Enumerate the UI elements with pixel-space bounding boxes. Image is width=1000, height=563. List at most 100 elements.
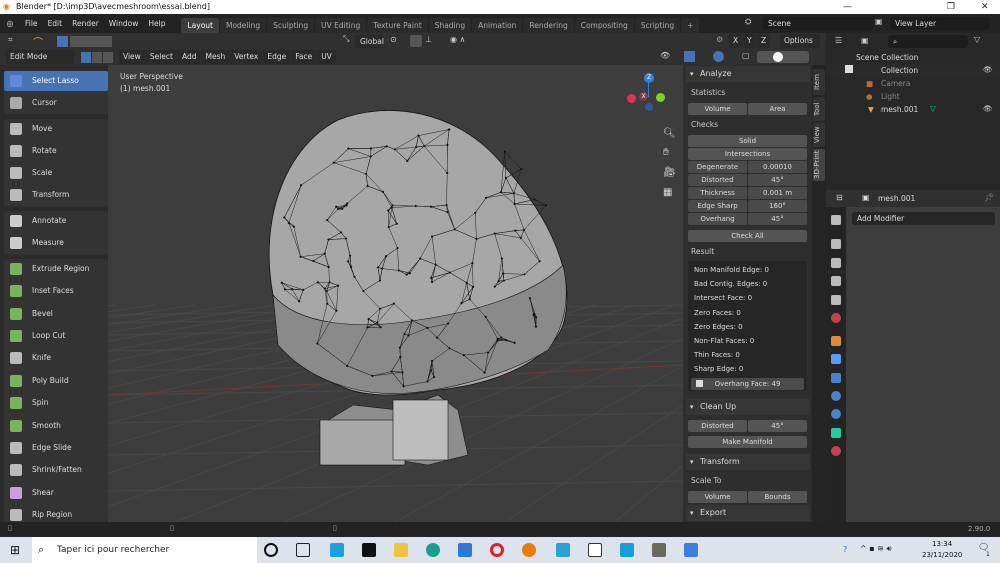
app-icon-4[interactable] bbox=[684, 543, 698, 557]
overhang-field[interactable]: 45° bbox=[748, 213, 807, 225]
tab-scripting[interactable]: Scripting bbox=[634, 18, 681, 33]
view-layer-tab-icon[interactable] bbox=[831, 276, 841, 286]
options-dropdown[interactable]: Options bbox=[780, 34, 820, 48]
minimize-button[interactable]: — bbox=[843, 0, 852, 14]
view-layer-icon[interactable]: ▣ bbox=[875, 17, 883, 26]
tool-tab-icon[interactable] bbox=[831, 215, 841, 225]
pan-hand-icon[interactable]: ✋︎ bbox=[663, 147, 669, 158]
tool-rotate[interactable]: Rotate bbox=[4, 141, 108, 161]
notepad-icon[interactable] bbox=[588, 543, 602, 557]
tool-poly-build[interactable]: Poly Build bbox=[4, 371, 108, 391]
windows-start-icon[interactable]: ⊞ bbox=[10, 543, 20, 557]
mirror-y-toggle[interactable]: Y bbox=[743, 34, 756, 48]
ortho-grid-icon[interactable]: ▦ bbox=[663, 187, 672, 198]
menu-file[interactable]: File bbox=[20, 19, 43, 28]
app-icon-3[interactable] bbox=[620, 543, 634, 557]
blender-menu-icon[interactable]: ◎ bbox=[0, 19, 20, 28]
visibility-eye-icon[interactable]: 👁 bbox=[983, 65, 993, 74]
gimp-icon[interactable] bbox=[652, 543, 666, 557]
filter-icon[interactable]: ▽ bbox=[974, 35, 980, 44]
tab-modeling[interactable]: Modeling bbox=[219, 18, 267, 33]
xray-icon[interactable]: ▢ bbox=[742, 51, 750, 60]
edge-sharp-field[interactable]: 160° bbox=[748, 200, 807, 212]
sidebar-tab-item[interactable]: Item bbox=[813, 69, 825, 95]
tool-shear[interactable]: Shear bbox=[4, 483, 108, 503]
menu-help[interactable]: Help bbox=[143, 19, 170, 28]
snap-icon[interactable] bbox=[410, 35, 422, 47]
result-item[interactable]: Bad Contig. Edges: 0 bbox=[694, 280, 767, 288]
menu-select[interactable]: Select bbox=[145, 50, 177, 64]
tool-shrink-fatten[interactable]: Shrink/Fatten bbox=[4, 460, 108, 480]
visibility-icon[interactable]: 👁 bbox=[660, 51, 670, 60]
tool-transform[interactable]: Transform bbox=[4, 185, 108, 205]
pin-icon[interactable]: 📌︎ bbox=[984, 193, 994, 202]
zoom-icon[interactable]: 🔍︎ bbox=[663, 128, 676, 139]
select-mode-options[interactable] bbox=[70, 36, 112, 47]
result-item[interactable]: Sharp Edge: 0 bbox=[694, 365, 743, 373]
select-faces-icon[interactable] bbox=[696, 380, 703, 387]
tool-smooth[interactable]: Smooth bbox=[4, 416, 108, 436]
scale-to-volume-button[interactable]: Volume bbox=[688, 491, 747, 503]
camera-view-icon[interactable]: 🎥︎ bbox=[663, 167, 676, 178]
tool-edge-slide[interactable]: Edge Slide bbox=[4, 438, 108, 458]
gizmo-y-axis[interactable] bbox=[656, 93, 665, 102]
outliner-search-input[interactable]: ⌕ bbox=[888, 35, 968, 48]
edge-browser-icon[interactable] bbox=[426, 543, 440, 557]
world-tab-icon[interactable] bbox=[831, 313, 841, 323]
lasso-icon[interactable]: ⌒ bbox=[33, 34, 43, 49]
help-icon[interactable]: ? bbox=[843, 545, 847, 554]
task-view-icon[interactable] bbox=[296, 543, 310, 557]
collection-item[interactable]: Collection bbox=[881, 66, 918, 75]
gizmo-x-axis[interactable]: X bbox=[639, 92, 648, 101]
object-tab-icon[interactable] bbox=[831, 336, 841, 346]
clock-time[interactable]: 13:34 bbox=[932, 540, 952, 548]
menu-add[interactable]: Add bbox=[177, 50, 201, 64]
clock-date[interactable]: 23/11/2020 bbox=[922, 551, 962, 559]
viewport-canvas[interactable] bbox=[108, 65, 683, 522]
light-item[interactable]: Light bbox=[881, 92, 900, 101]
menu-vertex[interactable]: Vertex bbox=[230, 50, 263, 64]
volume-button[interactable]: Volume bbox=[688, 103, 747, 115]
sidebar-tab-tool[interactable]: Tool bbox=[813, 97, 825, 121]
menu-face[interactable]: Face bbox=[291, 50, 317, 64]
modifier-wrench-tab-icon[interactable] bbox=[831, 354, 841, 364]
result-item[interactable]: Zero Edges: 0 bbox=[694, 323, 743, 331]
distorted-cleanup-button[interactable]: Distorted bbox=[688, 420, 747, 432]
sidebar-tab-view[interactable]: View bbox=[813, 123, 825, 147]
export-panel-header[interactable]: Export bbox=[686, 505, 810, 521]
render-tab-icon[interactable] bbox=[831, 239, 841, 249]
filter-view-icon[interactable]: ▣ bbox=[861, 36, 869, 45]
menu-window[interactable]: Window bbox=[104, 19, 144, 28]
scene-icon[interactable]: ⛭ bbox=[745, 17, 751, 27]
overlays-toggle-icon[interactable] bbox=[713, 51, 724, 62]
tab-sculpting[interactable]: Sculpting bbox=[267, 18, 315, 33]
gizmo-z-axis[interactable]: Z bbox=[644, 73, 654, 83]
app-icon-1[interactable] bbox=[330, 543, 344, 557]
file-explorer-icon[interactable] bbox=[394, 543, 408, 557]
constraints-tab-icon[interactable] bbox=[831, 409, 841, 419]
display-mode-icon[interactable]: ☰ bbox=[835, 36, 842, 45]
properties-editor-type-icon[interactable]: ⊟ bbox=[836, 193, 843, 202]
menu-view[interactable]: View bbox=[119, 50, 145, 64]
overhang-face-result[interactable]: Overhang Face: 49 bbox=[691, 378, 804, 390]
scene-collection-item[interactable]: Scene Collection bbox=[856, 53, 918, 62]
physics-tab-icon[interactable] bbox=[831, 391, 841, 401]
tab-rendering[interactable]: Rendering bbox=[523, 18, 574, 33]
mirror-z-toggle[interactable]: Z bbox=[757, 34, 771, 48]
navigation-gizmo[interactable]: Z X bbox=[625, 70, 675, 120]
system-tray-icons[interactable]: ^ ▪ ≋ 🔊︎ bbox=[860, 544, 892, 554]
tab-compositing[interactable]: Compositing bbox=[574, 18, 634, 33]
opera-icon[interactable] bbox=[490, 543, 504, 557]
terminal-icon[interactable] bbox=[362, 543, 376, 557]
mesh-data-tab-icon[interactable] bbox=[831, 428, 841, 438]
analyze-panel-header[interactable]: Analyze bbox=[686, 66, 810, 82]
mirror-x-toggle[interactable]: X bbox=[729, 34, 743, 48]
result-item[interactable]: Zero Faces: 0 bbox=[694, 309, 741, 317]
tool-move[interactable]: Move bbox=[4, 119, 108, 139]
app-icon-2[interactable] bbox=[556, 543, 570, 557]
editor-type-icon[interactable]: ⌗ bbox=[8, 35, 13, 45]
clean-up-panel-header[interactable]: Clean Up bbox=[686, 399, 810, 415]
material-tab-icon[interactable] bbox=[831, 446, 841, 456]
output-tab-icon[interactable] bbox=[831, 258, 841, 268]
snap-target-icon[interactable]: ⊥ bbox=[425, 35, 432, 44]
